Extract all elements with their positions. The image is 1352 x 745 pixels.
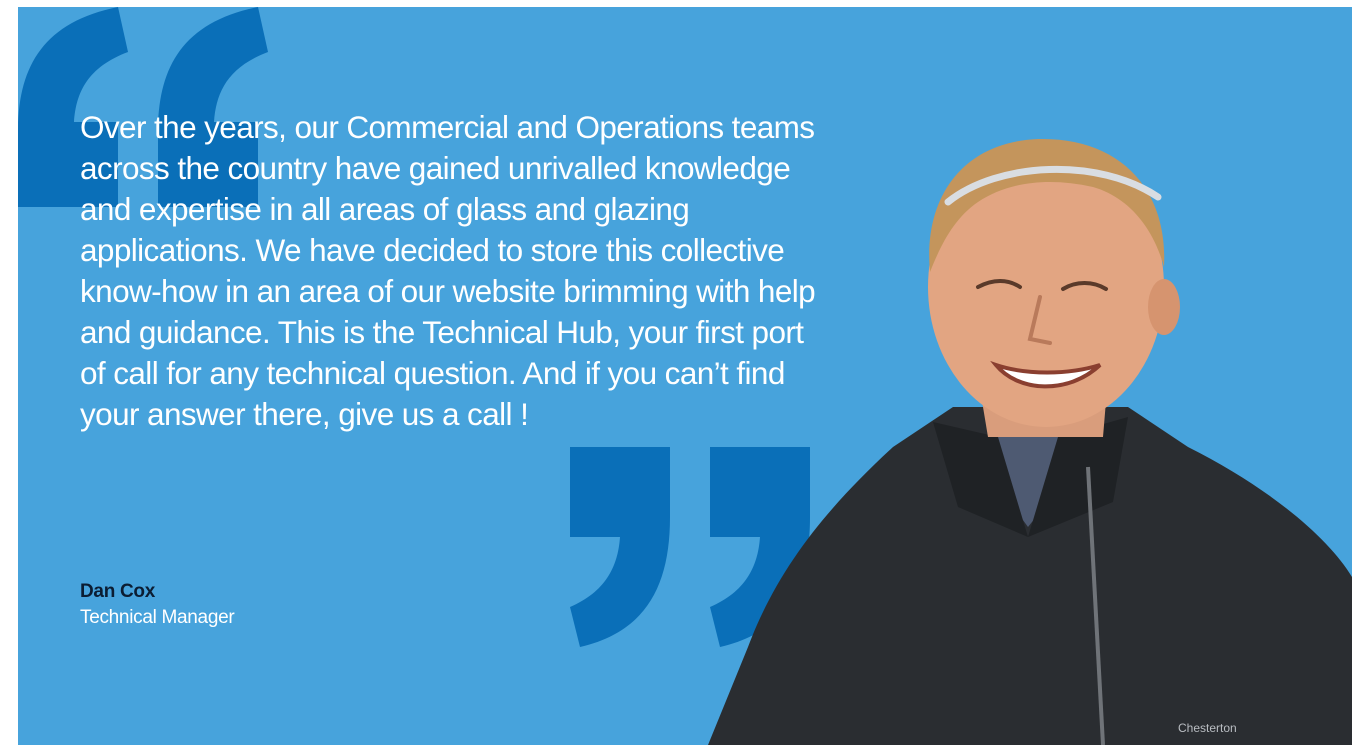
portrait-photo: Chesterton [708,138,1352,745]
author-role: Technical Manager [80,607,235,628]
author-block: Dan Cox Technical Manager [80,579,235,631]
testimonial-panel: Over the years, our Commercial and Opera… [18,7,1352,745]
author-name: Dan Cox [80,581,155,602]
portrait-jacket-logo: Chesterton [1178,721,1237,735]
